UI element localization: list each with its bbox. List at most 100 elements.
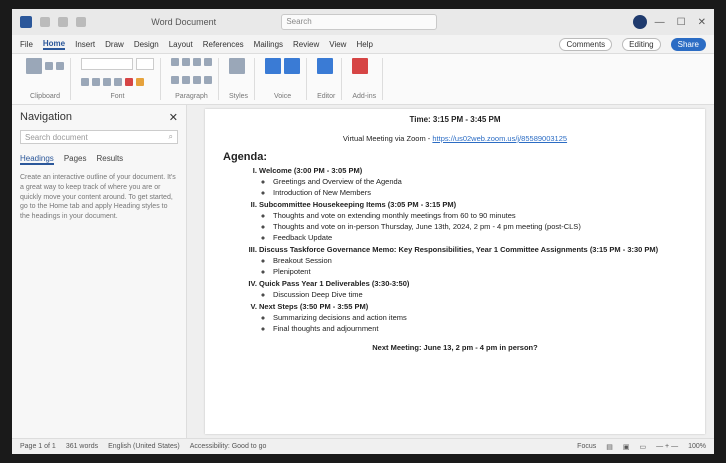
- tab-help[interactable]: Help: [356, 40, 372, 49]
- justify-icon[interactable]: [204, 75, 212, 84]
- tab-file[interactable]: File: [20, 40, 33, 49]
- tab-home[interactable]: Home: [42, 39, 66, 50]
- tab-mailings[interactable]: Mailings: [254, 40, 283, 49]
- ribbon-group-styles: Styles: [223, 58, 256, 100]
- ribbon-group-editor: Editor: [311, 58, 343, 100]
- document-area[interactable]: Time: 3:15 PM - 3:45 PM Virtual Meeting …: [187, 105, 714, 438]
- zoom-link[interactable]: https://us02web.zoom.us/j/85589003125: [432, 134, 567, 143]
- tab-draw[interactable]: Draw: [105, 40, 124, 49]
- tab-review[interactable]: Review: [293, 40, 319, 49]
- agenda-subitem: Summarizing decisions and action items: [273, 313, 687, 322]
- agenda-item: Quick Pass Year 1 Deliverables (3:30-3:5…: [259, 279, 687, 299]
- web-layout-icon[interactable]: ▭: [639, 443, 646, 451]
- font-family-select[interactable]: [81, 58, 133, 70]
- tab-view[interactable]: View: [329, 40, 346, 49]
- align-right-icon[interactable]: [193, 75, 201, 84]
- tab-results[interactable]: Results: [97, 154, 124, 165]
- italic-icon[interactable]: [92, 77, 100, 86]
- group-label: Add-ins: [352, 93, 377, 100]
- editor-icon[interactable]: [317, 58, 334, 74]
- next-meeting: Next Meeting: June 13, 2 pm - 4 pm in pe…: [372, 343, 538, 352]
- dictate-icon[interactable]: [265, 58, 282, 74]
- search-input[interactable]: Search: [281, 14, 438, 30]
- highlight-icon[interactable]: [136, 77, 144, 86]
- focus-button[interactable]: Focus: [577, 443, 596, 450]
- paste-icon[interactable]: [26, 58, 42, 74]
- styles-icon[interactable]: [229, 58, 245, 74]
- autosave-toggle[interactable]: [40, 17, 50, 27]
- addins-icon[interactable]: [352, 58, 369, 74]
- editing-button[interactable]: Editing: [622, 37, 661, 51]
- group-label: Paragraph: [175, 93, 208, 100]
- group-label: Voice: [274, 93, 292, 100]
- align-left-icon[interactable]: [171, 75, 179, 84]
- virtual-meeting-line: Virtual Meeting via Zoom - https://us02w…: [223, 134, 687, 143]
- meeting-time: Time: 3:15 PM - 3:45 PM: [409, 115, 501, 124]
- share-button[interactable]: Share: [670, 37, 706, 51]
- ribbon-group-addins: Add-ins: [346, 58, 384, 100]
- read-mode-icon[interactable]: ▤: [606, 443, 613, 451]
- tab-design[interactable]: Design: [134, 40, 159, 49]
- word-window: Word Document Search — ☐ ✕ File Home Ins…: [12, 9, 714, 454]
- ribbon-group-paragraph: Paragraph: [165, 58, 219, 100]
- indent-icon[interactable]: [193, 58, 201, 66]
- agenda-subitem: Greetings and Overview of the Agenda: [273, 177, 687, 186]
- tab-layout[interactable]: Layout: [169, 40, 193, 49]
- agenda-subitem: Thoughts and vote on in-person Thursday,…: [273, 222, 687, 231]
- agenda-item-title: Welcome (3:00 PM - 3:05 PM): [259, 166, 363, 175]
- underline-icon[interactable]: [103, 77, 111, 86]
- maximize-button[interactable]: ☐: [677, 17, 686, 28]
- agenda-item-title: Quick Pass Year 1 Deliverables (3:30-3:5…: [259, 279, 410, 288]
- avatar[interactable]: [632, 15, 647, 29]
- font-color-icon[interactable]: [125, 77, 133, 86]
- cut-icon[interactable]: [45, 62, 53, 70]
- accessibility-status[interactable]: Accessibility: Good to go: [190, 443, 267, 450]
- close-button[interactable]: ✕: [698, 17, 706, 28]
- title-bar: Word Document Search — ☐ ✕: [12, 9, 714, 35]
- numbering-icon[interactable]: [182, 58, 190, 66]
- page-count[interactable]: Page 1 of 1: [20, 443, 56, 450]
- nav-search-input[interactable]: Search document ⌕: [20, 130, 178, 144]
- navigation-pane: Navigation ✕ Search document ⌕ Headings …: [12, 105, 187, 438]
- agenda-item-title: Next Steps (3:50 PM - 3:55 PM): [259, 302, 369, 311]
- document-page[interactable]: Time: 3:15 PM - 3:45 PM Virtual Meeting …: [205, 109, 705, 434]
- align-center-icon[interactable]: [182, 75, 190, 84]
- tab-references[interactable]: References: [203, 40, 244, 49]
- search-icon[interactable]: ⌕: [169, 132, 173, 142]
- group-label: Styles: [229, 93, 249, 100]
- group-label: Editor: [317, 93, 336, 100]
- tab-headings[interactable]: Headings: [20, 154, 54, 165]
- undo-icon[interactable]: [76, 17, 86, 27]
- agenda-item: Discuss Taskforce Governance Memo: Key R…: [259, 245, 687, 276]
- agenda-item: Next Steps (3:50 PM - 3:55 PM) Summarizi…: [259, 302, 687, 333]
- close-icon[interactable]: ✕: [169, 111, 178, 124]
- ribbon-tabs: File Home Insert Draw Design Layout Refe…: [12, 35, 714, 53]
- tab-pages[interactable]: Pages: [64, 154, 87, 165]
- bold-icon[interactable]: [81, 77, 89, 86]
- agenda-item: Welcome (3:00 PM - 3:05 PM) Greetings an…: [259, 166, 687, 197]
- translate-icon[interactable]: [284, 58, 301, 74]
- language-indicator[interactable]: English (United States): [108, 443, 180, 450]
- word-count[interactable]: 361 words: [66, 443, 98, 450]
- tab-insert[interactable]: Insert: [75, 40, 95, 49]
- save-icon[interactable]: [58, 17, 68, 27]
- font-size-select[interactable]: [136, 58, 154, 70]
- agenda-subitem: Plenipotent: [273, 267, 687, 276]
- agenda-subitem: Final thoughts and adjournment: [273, 324, 687, 333]
- minimize-button[interactable]: —: [655, 17, 665, 28]
- strikethrough-icon[interactable]: [114, 77, 122, 86]
- agenda-subitem: Feedback Update: [273, 233, 687, 242]
- comments-button[interactable]: Comments: [559, 37, 613, 51]
- ribbon-group-clipboard: Clipboard: [20, 58, 71, 100]
- bullets-icon[interactable]: [171, 58, 179, 66]
- zoom-level[interactable]: 100%: [688, 443, 706, 450]
- print-layout-icon[interactable]: ▣: [623, 443, 630, 451]
- sort-icon[interactable]: [204, 58, 212, 66]
- copy-icon[interactable]: [56, 62, 64, 70]
- virtual-label: Virtual Meeting via Zoom -: [342, 134, 433, 143]
- agenda-subitem: Breakout Session: [273, 256, 687, 265]
- agenda-list: Welcome (3:00 PM - 3:05 PM) Greetings an…: [223, 166, 687, 333]
- nav-hint: Create an interactive outline of your do…: [20, 174, 176, 221]
- agenda-item-title: Subcommittee Housekeeping Items (3:05 PM…: [259, 200, 457, 209]
- zoom-slider[interactable]: — + —: [656, 443, 678, 450]
